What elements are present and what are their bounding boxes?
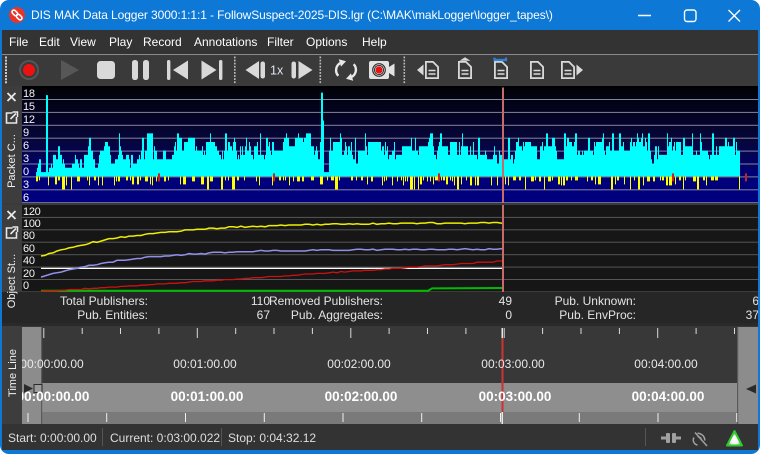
svg-text:1x: 1x [270, 64, 284, 78]
